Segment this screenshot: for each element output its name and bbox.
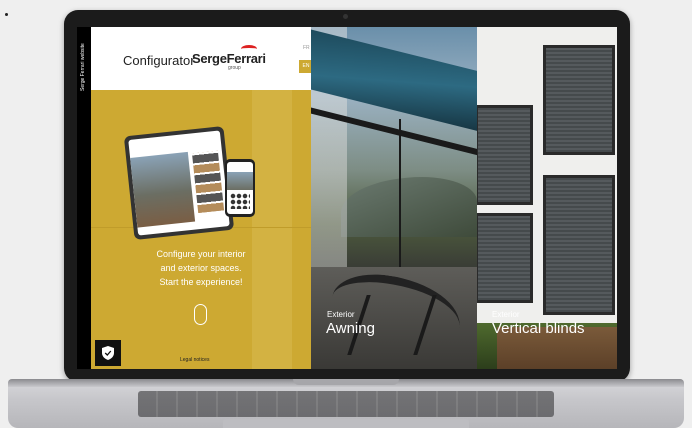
page-title: Configurator [123, 53, 195, 68]
laptop-mockup: Serge Ferrari website Configurator Serge… [0, 0, 692, 428]
keyboard [138, 391, 554, 417]
brand-sub: group [228, 65, 241, 71]
trackpad [223, 419, 469, 428]
awning-panel[interactable]: Exterior Awning [311, 27, 477, 369]
side-strip[interactable]: Serge Ferrari website [77, 27, 91, 369]
laptop-lid: Serge Ferrari website Configurator Serge… [64, 10, 630, 382]
cta-line-3: Start the experience! [159, 277, 243, 287]
cta-line-1: Configure your interior [156, 249, 246, 259]
tablet-swatches [191, 150, 225, 214]
blind-window-2 [543, 45, 615, 155]
laptop-screen: Serge Ferrari website Configurator Serge… [77, 27, 617, 369]
vertical-blinds-panel[interactable]: Exterior Vertical blinds [477, 27, 617, 369]
lid-notch [293, 379, 399, 385]
decor-stripe [252, 90, 292, 369]
cta-line-2: and exterior spaces. [160, 263, 242, 273]
phone-illustration [225, 159, 255, 217]
phone-swatches [230, 193, 250, 209]
brand-logo[interactable]: SergeFerrari [192, 51, 266, 66]
scroll-pill-icon[interactable] [194, 304, 207, 325]
page-dot [5, 13, 8, 16]
background-hills [341, 177, 477, 237]
blinds-subtitle: Exterior [492, 310, 520, 319]
blind-window-1 [477, 105, 533, 205]
tablet-illustration [123, 126, 235, 240]
blind-window-3 [477, 213, 533, 303]
awning-title[interactable]: Awning [326, 320, 375, 337]
phone-panorama [227, 172, 253, 190]
camera-icon [343, 14, 348, 19]
blind-window-4 [543, 175, 615, 315]
tablet-panorama [130, 151, 196, 228]
logo-swoosh-icon [241, 45, 257, 53]
laptop-base [8, 379, 684, 428]
shield-check-icon [102, 346, 114, 360]
configurator-panel: Serge Ferrari website Configurator Serge… [77, 27, 313, 369]
cta-text: Configure your interior and exterior spa… [91, 247, 311, 289]
lang-fr-button[interactable]: FR [303, 45, 310, 51]
header: Configurator SergeFerrari group FR EN [91, 27, 313, 90]
legal-notices-link[interactable]: Legal notices [180, 357, 209, 363]
blinds-title[interactable]: Vertical blinds [492, 320, 585, 337]
privacy-button[interactable] [95, 340, 121, 366]
awning-subtitle: Exterior [327, 310, 355, 319]
side-website-link[interactable]: Serge Ferrari website [80, 43, 86, 91]
